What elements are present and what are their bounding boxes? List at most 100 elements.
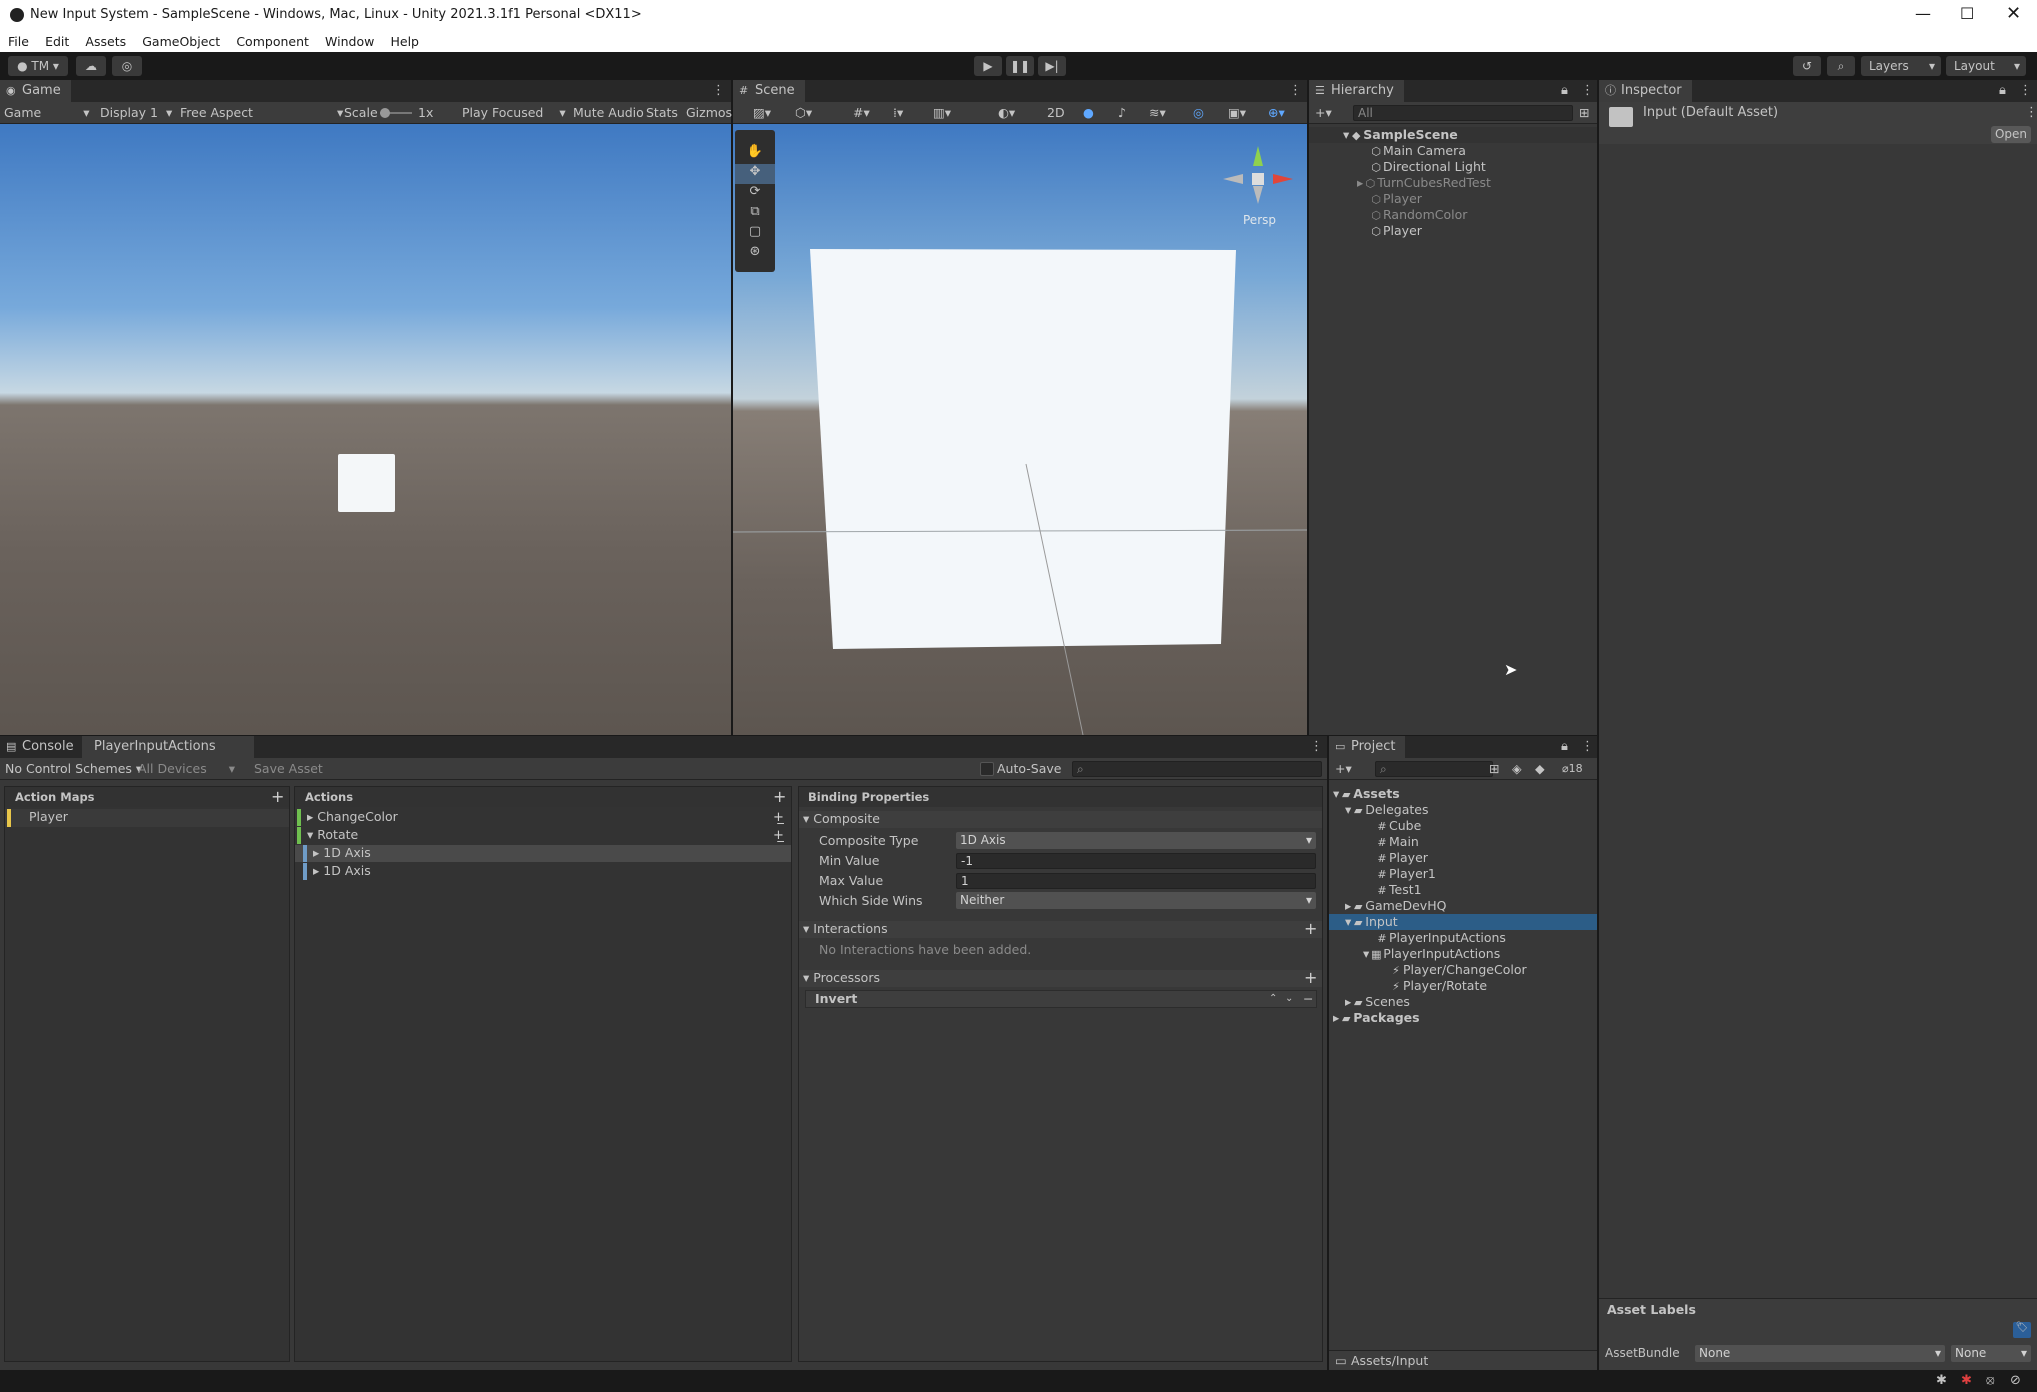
tab-inspector[interactable]: ⓘ Inspector xyxy=(1599,80,1692,102)
add-binding-icon[interactable]: +̲ xyxy=(773,828,784,844)
snap-icon[interactable]: ⁞▾ xyxy=(893,105,903,121)
add-processor-icon[interactable]: + xyxy=(1304,970,1317,986)
inspector-lock-icon[interactable]: 🔒︎ xyxy=(1999,83,2006,98)
menu-gameobject[interactable]: GameObject xyxy=(142,31,220,52)
inspector-menu-icon[interactable]: ⋮ xyxy=(2019,83,2032,98)
project-item-action[interactable]: ⚡ Player/ChangeColor xyxy=(1389,962,1526,978)
hierarchy-item[interactable]: ▸ ⬡ TurnCubesRedTest xyxy=(1357,175,1491,191)
scene-menu-icon[interactable]: ⋮ xyxy=(1289,83,1302,98)
control-schemes-dropdown[interactable]: No Control Schemes ▾ xyxy=(5,761,142,777)
project-item-folder[interactable]: ▸ ▰ Scenes xyxy=(1345,994,1410,1010)
maximize-icon[interactable]: ☐ xyxy=(1960,4,1974,23)
hierarchy-item[interactable]: ⬡ Directional Light xyxy=(1369,159,1486,175)
project-item-assets[interactable]: ▾ ▰ Assets xyxy=(1333,786,1400,802)
scale-slider-handle[interactable] xyxy=(380,108,390,118)
composite-foldout[interactable]: ▾ Composite xyxy=(799,811,1322,828)
debug-icon[interactable]: ✱ xyxy=(1936,1373,1947,1388)
binding-item-selected[interactable]: ▸ 1D Axis xyxy=(295,845,791,862)
stats-toggle[interactable]: Stats xyxy=(646,105,678,121)
project-add-icon[interactable]: +▾ xyxy=(1335,761,1352,777)
project-item-folder[interactable]: ▸ ▰ GameDevHQ xyxy=(1345,898,1446,914)
project-item-folder[interactable]: ▾ ▰ Delegates xyxy=(1345,802,1428,818)
inspector-header-menu-icon[interactable]: ⋮ xyxy=(2025,105,2037,120)
transform-tool-icon[interactable]: ⊛ xyxy=(735,244,775,264)
processor-invert[interactable]: Invert xyxy=(805,990,1317,1008)
menu-help[interactable]: Help xyxy=(390,31,419,52)
aspect-dropdown[interactable]: Free Aspect ▾ xyxy=(180,105,343,121)
binding-item[interactable]: ▸ 1D Axis xyxy=(295,863,791,880)
move-up-icon[interactable]: ⌃ xyxy=(1269,991,1277,1007)
rect-tool-icon[interactable]: ▢ xyxy=(735,224,775,244)
search-by-type-icon[interactable]: ⊞ xyxy=(1489,761,1499,777)
step-button[interactable]: ▶| xyxy=(1038,56,1066,76)
menu-edit[interactable]: Edit xyxy=(45,31,69,52)
hidden-count-badge[interactable]: ⌀18 xyxy=(1562,761,1583,777)
audio-icon[interactable]: ♪ xyxy=(1118,105,1126,121)
mode-2d-toggle[interactable]: 2D xyxy=(1047,105,1065,121)
tab-hierarchy[interactable]: ☰ Hierarchy xyxy=(1309,80,1404,102)
menu-assets[interactable]: Assets xyxy=(85,31,126,52)
auto-save-checkbox[interactable] xyxy=(980,762,994,776)
max-value-field[interactable]: 1 xyxy=(956,873,1316,889)
layout-dropdown[interactable]: Layout ▾ xyxy=(1946,56,2026,76)
scale-tool-icon[interactable]: ⧉ xyxy=(735,204,775,224)
draw-mode-icon[interactable]: ▨▾ xyxy=(753,105,771,121)
project-item-script[interactable]: # Player xyxy=(1375,850,1428,866)
gizmos-icon[interactable]: ⊕▾ xyxy=(1268,105,1285,121)
play-focused-dropdown[interactable]: Play Focused ▾ xyxy=(462,105,566,121)
tab-scene[interactable]: # Scene xyxy=(733,80,805,102)
project-item-action[interactable]: ⚡ Player/Rotate xyxy=(1389,978,1487,994)
cloud-icon[interactable]: ☁ xyxy=(76,56,106,76)
processors-foldout[interactable]: ▾ Processors xyxy=(799,970,1322,987)
hand-tool-icon[interactable]: ✋ xyxy=(735,144,775,164)
add-action-icon[interactable]: + xyxy=(773,789,786,805)
grid-snap-icon[interactable]: #▾ xyxy=(853,105,870,121)
hierarchy-scene-root[interactable]: ▾ ◆ SampleScene xyxy=(1309,127,1597,143)
lighting-icon[interactable]: ● xyxy=(1083,105,1094,121)
action-item-changecolor[interactable]: ▸ ChangeColor xyxy=(295,809,791,826)
tag-filter-icon[interactable]: ◆ xyxy=(1535,761,1545,777)
history-icon[interactable]: ↺ xyxy=(1793,56,1821,76)
game-mode-dropdown[interactable]: Game ▾ xyxy=(4,105,90,121)
action-map-item[interactable]: Player xyxy=(5,809,289,827)
hierarchy-item[interactable]: ⬡ Player xyxy=(1369,191,1422,207)
tab-project[interactable]: ▭ Project xyxy=(1329,736,1406,758)
actions-search-input[interactable]: ⌕ xyxy=(1072,761,1322,777)
composite-type-dropdown[interactable]: 1D Axis ▾ xyxy=(956,832,1316,849)
status-check-icon[interactable]: ⊘ xyxy=(2010,1373,2021,1388)
increment-snap-icon[interactable]: ▥▾ xyxy=(933,105,951,121)
minimize-icon[interactable]: — xyxy=(1915,4,1931,23)
gizmo-camera-icon[interactable]: ▣▾ xyxy=(1228,105,1246,121)
project-item-script[interactable]: # Player1 xyxy=(1375,866,1435,882)
devices-dropdown[interactable]: All Devices ▾ xyxy=(138,761,235,777)
asset-bundle-variant-dropdown[interactable]: None ▾ xyxy=(1951,1345,2031,1362)
bug-icon[interactable]: ✱ xyxy=(1961,1373,1972,1388)
project-item-script[interactable]: # Test1 xyxy=(1375,882,1421,898)
open-button[interactable]: Open xyxy=(1991,126,2031,143)
effects-icon[interactable]: ≋▾ xyxy=(1149,105,1166,121)
add-interaction-icon[interactable]: + xyxy=(1304,921,1317,937)
tab-player-input-actions[interactable]: PlayerInputActions (Input... xyxy=(82,736,254,776)
save-asset-button[interactable]: Save Asset xyxy=(254,761,323,777)
menu-window[interactable]: Window xyxy=(325,31,374,52)
search-by-label-icon[interactable]: ◈ xyxy=(1512,761,1522,777)
tab-game[interactable]: ◉ Game xyxy=(0,80,71,102)
hierarchy-search-input[interactable]: All xyxy=(1353,105,1573,121)
project-item-folder-selected[interactable]: ▾ ▰ Input xyxy=(1329,914,1597,930)
gizmos-toggle[interactable]: Gizmos xyxy=(686,105,732,121)
shading-icon[interactable]: ◐▾ xyxy=(998,105,1015,121)
display-dropdown[interactable]: Display 1 ▾ xyxy=(100,105,172,121)
mute-audio-toggle[interactable]: Mute Audio xyxy=(573,105,644,121)
add-binding-icon[interactable]: +̲ xyxy=(773,810,784,826)
hierarchy-menu-icon[interactable]: ⋮ xyxy=(1581,83,1594,98)
hierarchy-item[interactable]: ⬡ RandomColor xyxy=(1369,207,1467,223)
bottom-menu-icon[interactable]: ⋮ xyxy=(1310,739,1323,754)
close-icon[interactable]: ✕ xyxy=(2006,3,2021,24)
project-item-script[interactable]: # Cube xyxy=(1375,818,1421,834)
search-icon[interactable]: ⌕ xyxy=(1827,56,1855,76)
collab-icon[interactable]: ◎ xyxy=(112,56,142,76)
hierarchy-add-icon[interactable]: +▾ xyxy=(1315,105,1332,121)
min-value-field[interactable]: -1 xyxy=(956,853,1316,869)
project-item-packages[interactable]: ▸ ▰ Packages xyxy=(1333,1010,1420,1026)
network-icon[interactable]: ⦻ xyxy=(1986,1373,1995,1388)
